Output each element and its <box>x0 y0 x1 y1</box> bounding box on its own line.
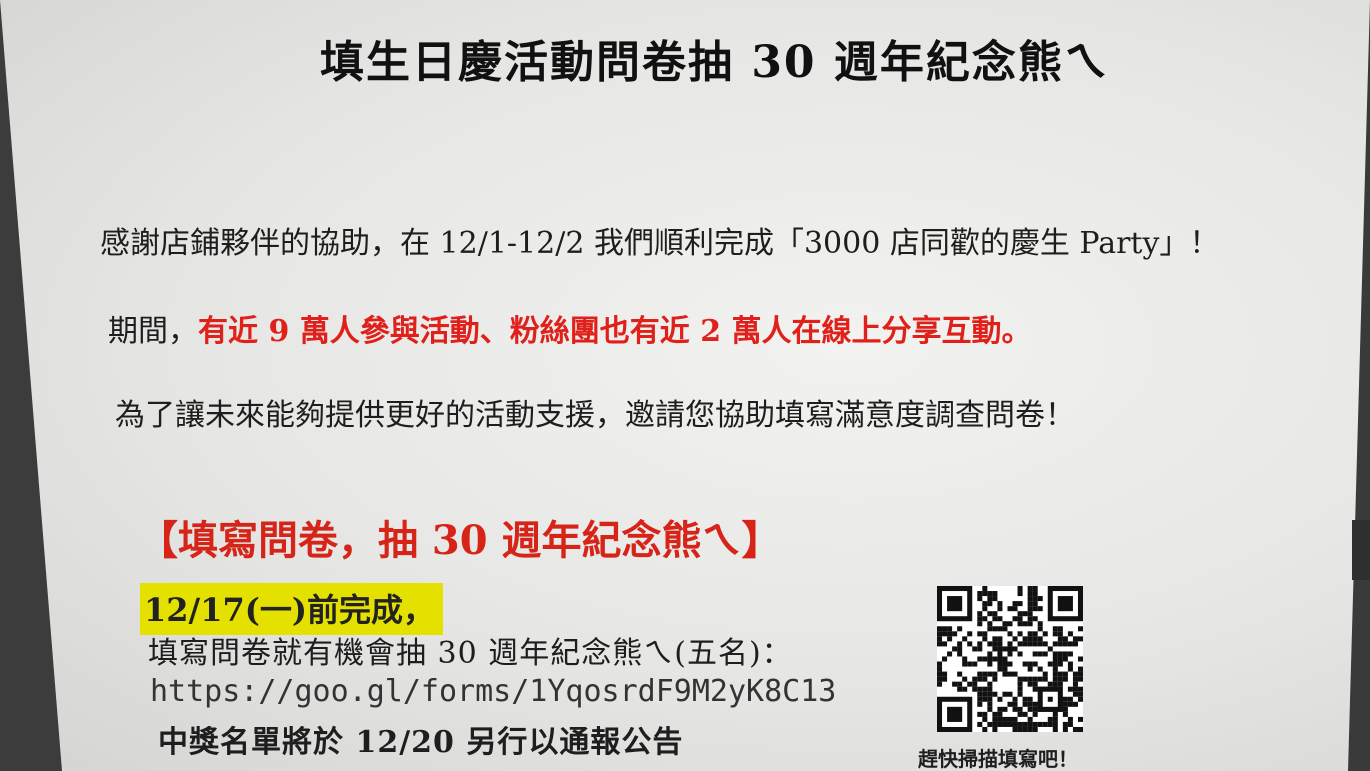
thanks-paragraph: 感謝店鋪夥伴的協助，在 12/1-12/2 我們順利完成「3000 店同歡的慶生… <box>100 226 1220 261</box>
qr-caption: 趕快掃描填寫吧！ <box>918 747 1078 771</box>
qr-code-icon[interactable] <box>937 586 1083 732</box>
monitor-screen: 填生日慶活動問卷抽 30 週年紀念熊ㄟ 感謝店鋪夥伴的協助，在 12/1-12/… <box>0 0 1370 771</box>
prize-line: 填寫問卷就有機會抽 30 週年紀念熊ㄟ(五名)： <box>148 636 793 671</box>
stats-lead: 期間， <box>108 314 198 349</box>
form-url-link[interactable]: https://goo.gl/forms/1YqosrdF9M2yK8C13 <box>150 674 836 709</box>
monitor-bezel-right <box>1348 0 1370 771</box>
stats-highlight: 有近 9 萬人參與活動、粉絲團也有近 2 萬人在線上分享互動。 <box>198 314 1032 349</box>
monitor-bezel-left <box>0 0 62 771</box>
announcement-document: 填生日慶活動問卷抽 30 週年紀念熊ㄟ 感謝店鋪夥伴的協助，在 12/1-12/… <box>0 0 1370 771</box>
winner-announcement: 中獎名單將於 12/20 另行以通報公告 <box>158 725 684 760</box>
section-heading: 【填寫問卷，抽 30 週年紀念熊ㄟ】 <box>138 517 782 564</box>
stats-paragraph: 期間，有近 9 萬人參與活動、粉絲團也有近 2 萬人在線上分享互動。 <box>108 306 1032 350</box>
invite-paragraph: 為了讓未來能夠提供更好的活動支援，邀請您協助填寫滿意度調查問卷！ <box>115 398 1075 433</box>
page-title: 填生日慶活動問卷抽 30 週年紀念熊ㄟ <box>320 37 1110 88</box>
monitor-edge <box>1352 520 1370 580</box>
